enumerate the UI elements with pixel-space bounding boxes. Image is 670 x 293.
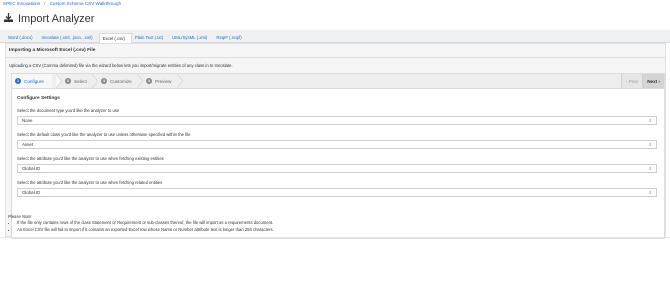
step-label: Customize <box>110 78 132 84</box>
step-number: 3 <box>101 78 107 84</box>
chevron-right-icon: › <box>657 78 660 84</box>
related-attribute-value: Global ID <box>22 190 41 195</box>
next-button[interactable]: Next › <box>642 74 664 88</box>
note-item: If the file only contains rows of the cl… <box>17 220 274 225</box>
chevron-updown-icon: ⇕ <box>648 166 652 171</box>
breadcrumb-item-spec[interactable]: SPEC Innovations <box>3 1 40 6</box>
page-title: Import Analyzer <box>18 13 95 25</box>
divider <box>0 237 670 238</box>
note-list: If the file only contains rows of the cl… <box>8 220 274 232</box>
step-label: Select <box>74 78 87 84</box>
note-item: An Excel CSV file will fail to import if… <box>17 227 274 232</box>
wizard-steps: 1 Configure 2 Select 3 Customize 4 Previ… <box>12 74 664 89</box>
document-type-select[interactable]: None ⇕ <box>17 116 657 125</box>
wizard-nav: ‹ Prev Next › <box>620 74 664 88</box>
chevron-updown-icon: ⇕ <box>648 142 652 147</box>
import-panel: Importing a Microsoft Excel (.csv) File … <box>5 43 666 239</box>
existing-attribute-select[interactable]: Global ID ⇕ <box>17 164 657 173</box>
please-note: Please Note: If the file only contains r… <box>8 214 274 233</box>
step-number: 4 <box>146 78 152 84</box>
step-customize[interactable]: 3 Customize <box>101 74 132 88</box>
document-type-label: Select the document type you'd like the … <box>17 108 120 113</box>
step-select[interactable]: 2 Select <box>65 74 87 88</box>
breadcrumb: SPEC Innovations / Custom Schema CSV Wal… <box>3 1 121 6</box>
page-header: Import Analyzer <box>3 10 94 28</box>
step-configure[interactable]: 1 Configure <box>12 74 52 88</box>
prev-button-label: Prev <box>628 78 639 84</box>
existing-attribute-label: Select the attribute you'd like the anal… <box>17 156 164 161</box>
step-preview[interactable]: 4 Preview <box>146 74 171 88</box>
prev-button[interactable]: ‹ Prev <box>620 74 643 88</box>
next-button-label: Next <box>647 78 658 84</box>
related-attribute-select[interactable]: Global ID ⇕ <box>17 188 657 197</box>
chevron-updown-icon: ⇕ <box>648 190 652 195</box>
step-arrow-icon <box>56 74 62 88</box>
panel-intro: Uploading a CSV (Comma delimited) file v… <box>9 63 233 68</box>
note-title: Please Note: <box>8 214 32 219</box>
default-class-select[interactable]: Asset ⇕ <box>17 140 657 149</box>
breadcrumb-separator: / <box>44 1 46 6</box>
existing-attribute-value: Global ID <box>22 166 41 171</box>
panel-header: Importing a Microsoft Excel (.csv) File <box>6 44 665 58</box>
related-attribute-label: Select the attribute you'd like the anal… <box>17 180 163 185</box>
step-number: 1 <box>15 78 21 84</box>
step-arrow-icon <box>92 74 98 88</box>
default-class-label: Select the default class you'd like the … <box>17 132 191 137</box>
default-class-value: Asset <box>22 142 33 147</box>
step-arrow-icon <box>177 74 183 88</box>
settings-title: Configure Settings <box>17 96 60 101</box>
step-label: Preview <box>155 78 172 84</box>
step-label: Configure <box>24 78 44 84</box>
document-type-value: None <box>22 118 33 123</box>
step-number: 2 <box>65 78 71 84</box>
chevron-updown-icon: ⇕ <box>648 118 652 123</box>
step-arrow-icon <box>137 74 143 88</box>
breadcrumb-item-walkthrough[interactable]: Custom Schema CSV Walkthrough <box>50 1 122 6</box>
download-icon <box>3 10 14 28</box>
panel-heading: Importing a Microsoft Excel (.csv) File <box>9 48 96 53</box>
